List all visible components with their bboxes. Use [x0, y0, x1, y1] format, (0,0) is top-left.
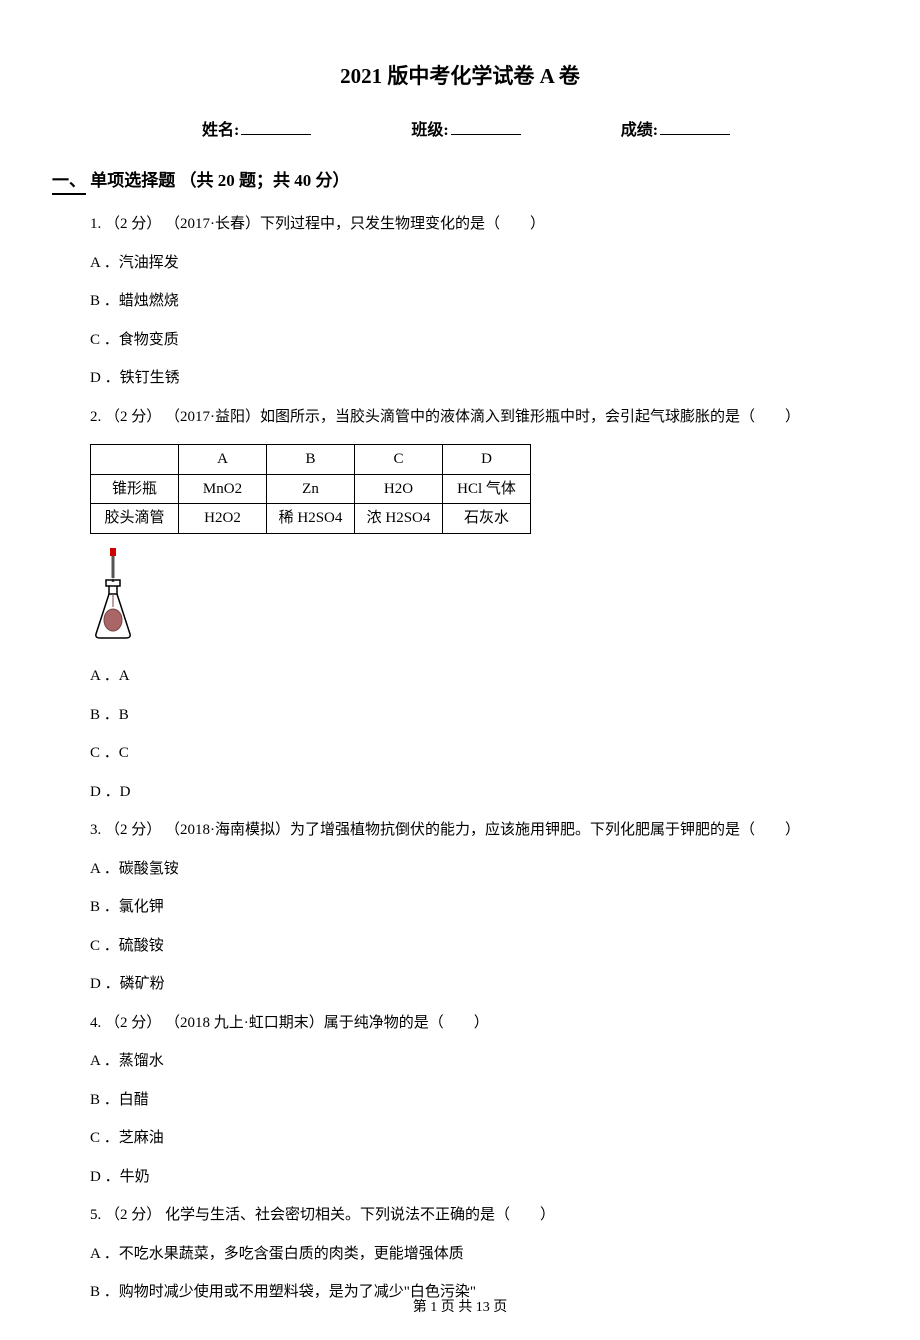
option-b: B ．B [90, 704, 868, 727]
option-a: A ．蒸馏水 [90, 1050, 868, 1073]
option-b: B ．白醋 [90, 1089, 868, 1112]
option-d: D ．牛奶 [90, 1166, 868, 1189]
option-c: C ．食物变质 [90, 329, 868, 352]
name-label: 姓名: [202, 116, 239, 140]
question-4: 4. （2 分） （2018 九上·虹口期末）属于纯净物的是（ ） A ．蒸馏水… [90, 1012, 868, 1189]
name-field: 姓名: [202, 116, 311, 140]
table-cell: H2O2 [179, 504, 267, 534]
reagent-table: A B C D 锥形瓶 MnO2 Zn H2O HCl 气体 胶头滴管 H2O2… [90, 444, 531, 534]
table-header: A [179, 445, 267, 475]
score-blank[interactable] [660, 119, 730, 135]
question-stem: 4. （2 分） （2018 九上·虹口期末）属于纯净物的是（ ） [90, 1012, 868, 1035]
table-header: D [443, 445, 531, 475]
question-1: 1. （2 分） （2017·长春）下列过程中，只发生物理变化的是（ ） A ．… [90, 213, 868, 390]
student-info-row: 姓名: 班级: 成绩: [52, 116, 868, 140]
section-header: 一、 单项选择题 （共 20 题；共 40 分） [52, 166, 868, 195]
row-label: 胶头滴管 [91, 504, 179, 534]
option-d: D ．磷矿粉 [90, 973, 868, 996]
table-cell: 稀 H2SO4 [267, 504, 355, 534]
option-c: C ．硫酸铵 [90, 935, 868, 958]
class-field: 班级: [411, 116, 520, 140]
question-stem: 1. （2 分） （2017·长春）下列过程中，只发生物理变化的是（ ） [90, 213, 868, 236]
option-a: A ．汽油挥发 [90, 252, 868, 275]
page-footer: 第 1 页 共 13 页 [0, 1296, 920, 1316]
table-cell: Zn [267, 474, 355, 504]
section-title: 单项选择题 [90, 171, 175, 190]
name-blank[interactable] [241, 119, 311, 135]
table-row: 锥形瓶 MnO2 Zn H2O HCl 气体 [91, 474, 531, 504]
option-c: C ．C [90, 742, 868, 765]
flask-icon [90, 548, 136, 640]
option-b: B ．氯化钾 [90, 896, 868, 919]
class-label: 班级: [411, 116, 448, 140]
section-meta: （共 20 题；共 40 分） [180, 171, 350, 190]
table-row: A B C D [91, 445, 531, 475]
class-blank[interactable] [451, 119, 521, 135]
table-header: C [355, 445, 443, 475]
table-cell: HCl 气体 [443, 474, 531, 504]
question-stem: 2. （2 分） （2017·益阳）如图所示，当胶头滴管中的液体滴入到锥形瓶中时… [90, 406, 868, 429]
row-label: 锥形瓶 [91, 474, 179, 504]
question-stem: 5. （2 分） 化学与生活、社会密切相关。下列说法不正确的是（ ） [90, 1204, 868, 1227]
option-d: D ．D [90, 781, 868, 804]
question-3: 3. （2 分） （2018·海南模拟）为了增强植物抗倒伏的能力，应该施用钾肥。… [90, 819, 868, 996]
option-a: A ．A [90, 665, 868, 688]
table-cell: MnO2 [179, 474, 267, 504]
option-a: A ．不吃水果蔬菜，多吃含蛋白质的肉类，更能增强体质 [90, 1243, 868, 1266]
question-2: 2. （2 分） （2017·益阳）如图所示，当胶头滴管中的液体滴入到锥形瓶中时… [90, 406, 868, 804]
page-title: 2021 版中考化学试卷 A 卷 [52, 60, 868, 90]
option-d: D ．铁钉生锈 [90, 367, 868, 390]
question-stem: 3. （2 分） （2018·海南模拟）为了增强植物抗倒伏的能力，应该施用钾肥。… [90, 819, 868, 842]
option-a: A ．碳酸氢铵 [90, 858, 868, 881]
table-cell: 浓 H2SO4 [355, 504, 443, 534]
table-row: 胶头滴管 H2O2 稀 H2SO4 浓 H2SO4 石灰水 [91, 504, 531, 534]
table-cell-empty [91, 445, 179, 475]
section-number: 一、 [52, 166, 86, 195]
table-cell: H2O [355, 474, 443, 504]
score-label: 成绩: [621, 116, 658, 140]
flask-diagram [90, 548, 868, 648]
option-c: C ．芝麻油 [90, 1127, 868, 1150]
table-cell: 石灰水 [443, 504, 531, 534]
table-header: B [267, 445, 355, 475]
score-field: 成绩: [621, 116, 730, 140]
option-b: B ．蜡烛燃烧 [90, 290, 868, 313]
question-5: 5. （2 分） 化学与生活、社会密切相关。下列说法不正确的是（ ） A ．不吃… [90, 1204, 868, 1304]
